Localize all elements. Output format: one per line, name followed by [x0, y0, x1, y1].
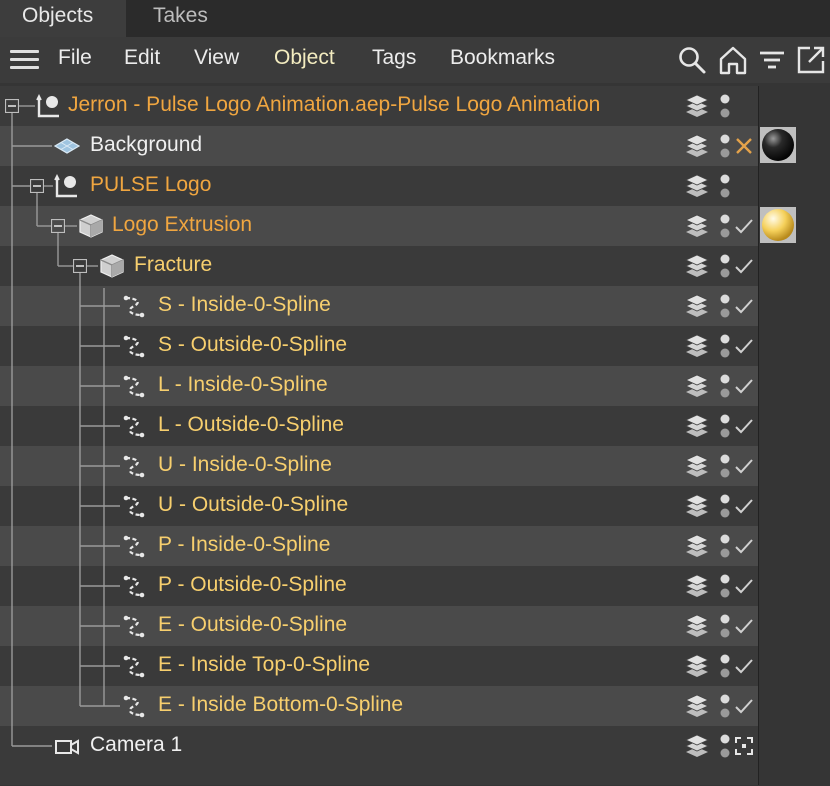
material-tag-column [758, 86, 830, 785]
collapse-toggle-icon[interactable] [51, 219, 65, 233]
search-icon[interactable] [677, 45, 707, 75]
new-window-icon[interactable] [796, 45, 826, 75]
tab-objects[interactable]: Objects [0, 0, 126, 37]
collapse-toggle-icon[interactable] [5, 99, 19, 113]
collapse-toggle-icon[interactable] [73, 259, 87, 273]
yellow-sphere-material-tag-icon[interactable] [760, 207, 796, 248]
menu-tags[interactable]: Tags [372, 37, 416, 83]
menu-edit[interactable]: Edit [124, 37, 160, 83]
tree-connector-lines [11, 105, 120, 747]
home-icon[interactable] [718, 45, 748, 75]
filter-icon[interactable] [757, 45, 787, 75]
tab-bar: Objects Takes [0, 0, 830, 37]
menu-bar: File Edit View Object Tags Bookmarks [0, 37, 830, 83]
menu-file[interactable]: File [58, 37, 92, 83]
menu-view[interactable]: View [194, 37, 239, 83]
dark-sphere-material-tag-icon[interactable] [760, 127, 796, 168]
collapse-toggle-icon[interactable] [30, 179, 44, 193]
menu-object[interactable]: Object [274, 37, 335, 83]
menu-bookmarks[interactable]: Bookmarks [450, 37, 555, 83]
tab-takes[interactable]: Takes [131, 0, 230, 37]
hamburger-menu-icon[interactable] [10, 50, 39, 70]
